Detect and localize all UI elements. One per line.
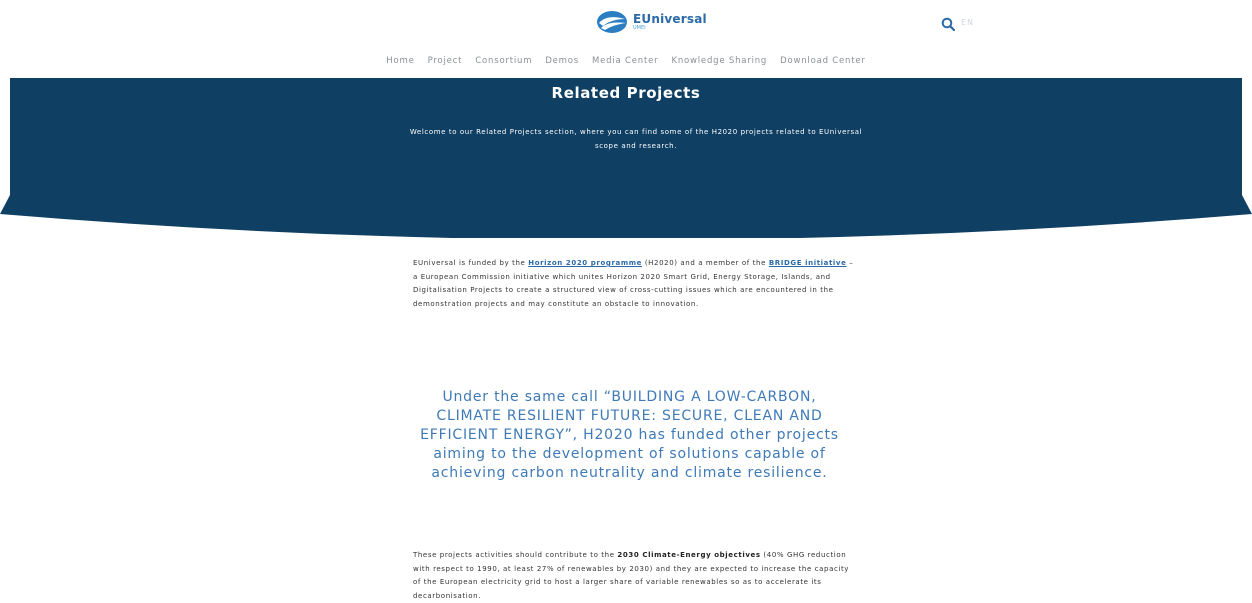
search-icon[interactable] — [941, 17, 955, 31]
hero-description: Welcome to our Related Projects section,… — [409, 128, 863, 150]
logo-mark-icon — [597, 11, 627, 33]
logo-text: EUniversal UMEI — [633, 13, 707, 31]
objectives-highlight: 2030 Climate-Energy objectives — [617, 551, 761, 559]
logo-subtitle: UMEI — [633, 25, 646, 31]
intro-text-1: EUniversal is funded by the — [413, 259, 529, 267]
logo[interactable]: EUniversal UMEI — [595, 10, 707, 34]
horizon-2020-link[interactable]: Horizon 2020 programme — [528, 259, 642, 267]
intro-paragraph: EUniversal is funded by the Horizon 2020… — [413, 257, 858, 311]
page-title: Related Projects — [551, 84, 701, 102]
logo-name: EUniversal — [633, 12, 707, 26]
hero-background — [0, 78, 1252, 238]
nav-knowledge-sharing[interactable]: Knowledge Sharing — [671, 56, 767, 66]
main-nav: Home Project Consortium Demos Media Cent… — [0, 56, 1252, 66]
objectives-paragraph: These projects activities should contrib… — [413, 549, 858, 603]
call-quote: Under the same call “BUILDING A LOW-CARB… — [420, 389, 839, 481]
language-selector[interactable]: EN — [961, 18, 974, 27]
nav-demos[interactable]: Demos — [545, 56, 579, 66]
nav-media-center[interactable]: Media Center — [592, 56, 658, 66]
nav-home[interactable]: Home — [386, 56, 414, 66]
site-header: EUniversal UMEI EN Home Project Consorti… — [0, 0, 1252, 78]
bridge-initiative-link[interactable]: BRIDGE initiative — [769, 259, 847, 267]
nav-project[interactable]: Project — [428, 56, 463, 66]
intro-text-2: (H2020) and a member of the — [642, 259, 769, 267]
hero-banner: Related Projects Welcome to our Related … — [0, 78, 1252, 238]
objectives-text-1: These projects activities should contrib… — [413, 551, 618, 559]
nav-download-center[interactable]: Download Center — [780, 56, 866, 66]
nav-consortium[interactable]: Consortium — [475, 56, 532, 66]
